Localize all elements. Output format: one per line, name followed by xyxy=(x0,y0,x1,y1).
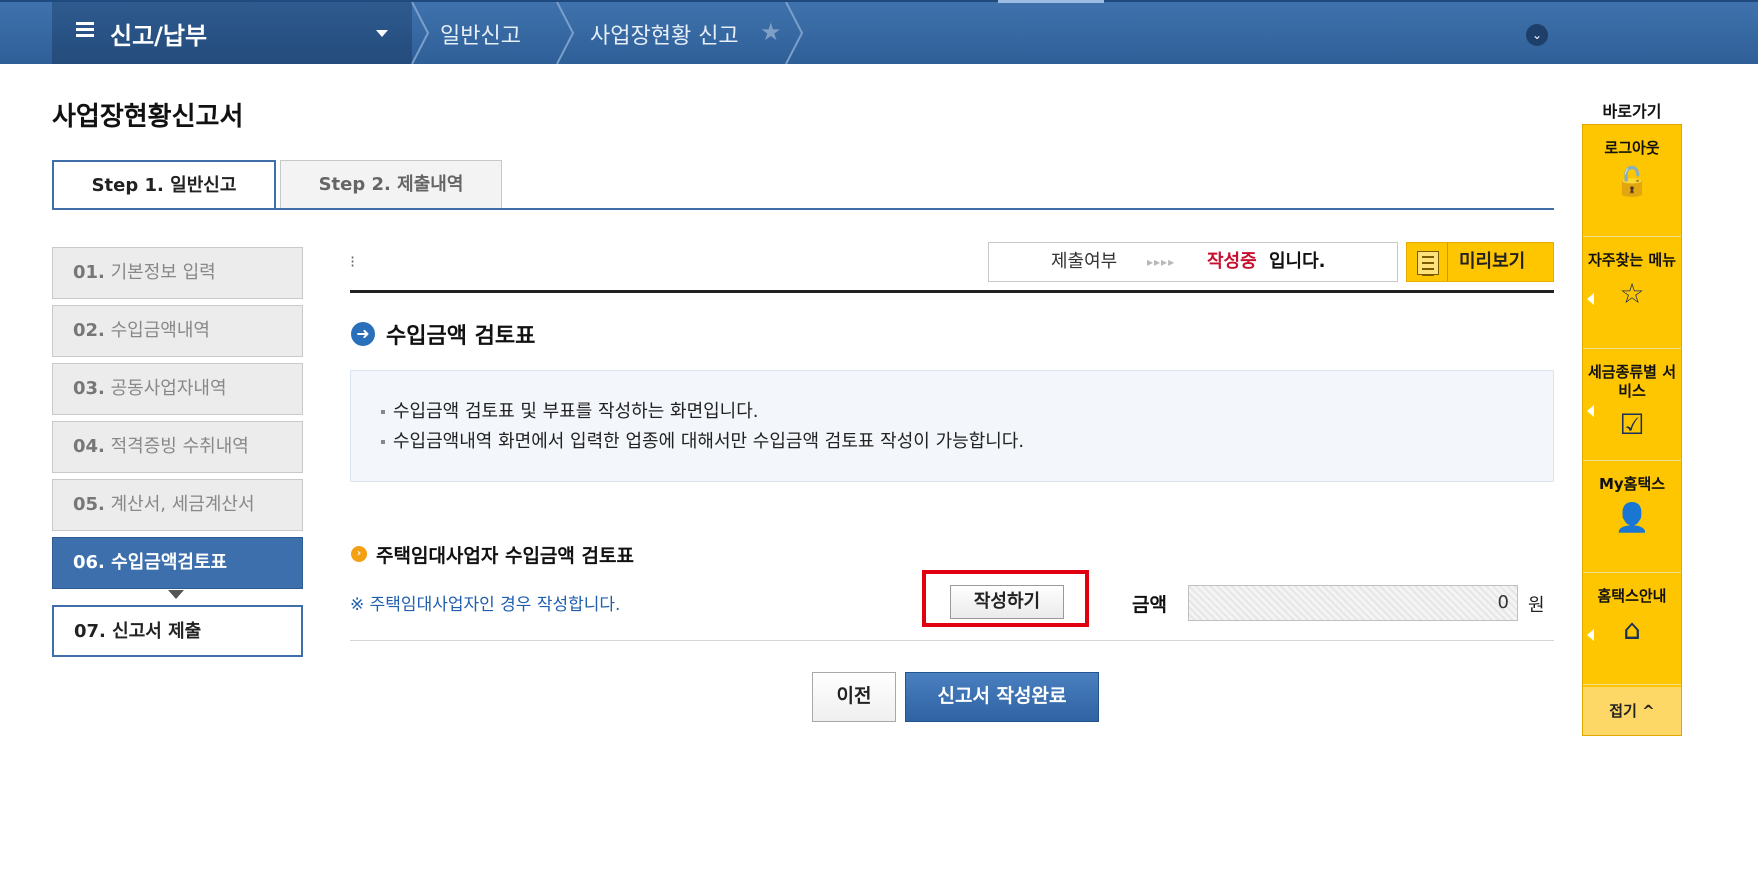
quick-item-tax-services[interactable]: 세금종류별 서비스 ☑ xyxy=(1583,349,1681,461)
top-nav-bar: 신고/납부 일반신고 사업장현황 신고 ★ ⌄ xyxy=(0,0,1758,64)
step-item-income-review[interactable]: 06. 수입금액검토표 xyxy=(52,537,303,589)
page-title: 사업장현황신고서 xyxy=(52,102,244,132)
quick-menu-title: 바로가기 xyxy=(1602,102,1662,121)
step-label: 수입금액내역 xyxy=(110,320,210,341)
house-guide-icon: ⌂ xyxy=(1623,613,1641,646)
unlock-icon: 🔓 xyxy=(1614,165,1650,198)
caret-left-icon xyxy=(1587,629,1594,641)
arrow-right-circle-icon: ➜ xyxy=(351,322,375,346)
step-item-receipts[interactable]: 04. 적격증빙 수취내역 xyxy=(52,421,303,473)
step-number: 03. xyxy=(73,378,105,399)
star-icon: ☆ xyxy=(1619,277,1645,310)
amount-unit: 원 xyxy=(1528,595,1545,616)
quick-item-label: 자주찾는 메뉴 xyxy=(1587,251,1677,269)
step-label: 적격증빙 수취내역 xyxy=(110,436,249,457)
quick-item-my-hometax[interactable]: My홈택스 👤 xyxy=(1583,461,1681,573)
caret-left-icon xyxy=(1587,293,1594,305)
preview-button[interactable]: 미리보기 xyxy=(1406,242,1554,282)
amount-label: 금액 xyxy=(1132,594,1167,616)
step-label: 공동사업자내역 xyxy=(110,378,227,399)
nav-active-indicator xyxy=(998,0,1104,3)
prev-button[interactable]: 이전 xyxy=(812,672,896,722)
step-item-partners[interactable]: 03. 공동사업자내역 xyxy=(52,363,303,415)
step-label: 계산서, 세금계산서 xyxy=(110,494,255,515)
status-value: 작성중 xyxy=(1207,251,1257,272)
hamburger-icon[interactable] xyxy=(76,22,94,38)
tab-step1[interactable]: Step 1. 일반신고 xyxy=(52,160,276,210)
breadcrumb-separator-icon xyxy=(411,2,430,64)
section-title: 수입금액 검토표 xyxy=(386,324,536,349)
step-pointer-icon xyxy=(168,590,184,599)
status-suffix: 입니다. xyxy=(1269,251,1326,272)
breadcrumb-separator-icon xyxy=(556,2,575,64)
breadcrumb-separator-icon xyxy=(785,2,804,64)
status-arrows-icon: ▸▸▸▸ xyxy=(1147,255,1176,269)
subsection-note: ※ 주택임대사업자인 경우 작성합니다. xyxy=(350,595,621,615)
chevron-down-icon[interactable] xyxy=(376,30,388,37)
user-icon: 👤 xyxy=(1614,501,1650,534)
amount-field: 0 xyxy=(1188,585,1518,621)
bullet-icon xyxy=(381,440,385,444)
step-item-submit[interactable]: 07. 신고서 제출 xyxy=(52,605,303,657)
preview-label: 미리보기 xyxy=(1459,251,1526,272)
breadcrumb-general-report[interactable]: 일반신고 xyxy=(440,18,521,50)
complete-button[interactable]: 신고서 작성완료 xyxy=(905,672,1099,722)
step-number: 07. xyxy=(74,621,106,642)
menu-title: 신고/납부 xyxy=(110,22,208,50)
step-number: 04. xyxy=(73,436,105,457)
document-icon xyxy=(1417,251,1439,276)
bullet-icon xyxy=(381,410,385,414)
step-item-invoices[interactable]: 05. 계산서, 세금계산서 xyxy=(52,479,303,531)
divider xyxy=(350,640,1554,641)
write-button[interactable]: 작성하기 xyxy=(950,585,1064,619)
status-label: 제출여부 xyxy=(1051,251,1118,272)
quick-item-logout[interactable]: 로그아웃 🔓 xyxy=(1583,125,1681,237)
info-box: 수입금액 검토표 및 부표를 작성하는 화면입니다. 수입금액내역 화면에서 입… xyxy=(350,370,1554,482)
quick-item-label: 홈택스안내 xyxy=(1597,587,1667,605)
fold-button[interactable]: 접기 ^ xyxy=(1583,687,1681,735)
quick-item-hometax-guide[interactable]: 홈택스안내 ⌂ xyxy=(1583,573,1681,685)
quick-item-favorites[interactable]: 자주찾는 메뉴 ☆ xyxy=(1583,237,1681,349)
section-divider xyxy=(350,290,1554,293)
checkbox-icon: ☑ xyxy=(1619,408,1645,441)
step-item-income[interactable]: 02. 수입금액내역 xyxy=(52,305,303,357)
step-item-basic-info[interactable]: 01. 기본정보 입력 xyxy=(52,247,303,299)
info-line: 수입금액내역 화면에서 입력한 업종에 대해서만 수입금액 검토표 작성이 가능… xyxy=(381,427,1024,453)
step-label: 기본정보 입력 xyxy=(110,262,216,283)
caret-left-icon xyxy=(1587,405,1594,417)
quick-item-label: 세금종류별 서비스 xyxy=(1587,363,1677,400)
subsection-title: 주택임대사업자 수입금액 검토표 xyxy=(376,545,634,567)
step-number: 06. xyxy=(73,552,105,573)
step-label: 신고서 제출 xyxy=(112,621,202,642)
step-number: 05. xyxy=(73,494,105,515)
scroll-tick: ⁝ xyxy=(350,252,356,271)
tab-underline xyxy=(52,208,1554,210)
step-number: 01. xyxy=(73,262,105,283)
tab-step2[interactable]: Step 2. 제출내역 xyxy=(280,160,502,210)
step-number: 02. xyxy=(73,320,105,341)
step-label: 수입금액검토표 xyxy=(111,552,228,573)
quick-menu: 로그아웃 🔓 자주찾는 메뉴 ☆ 세금종류별 서비스 ☑ My홈택스 👤 홈택스… xyxy=(1582,124,1682,736)
favorite-star-icon[interactable]: ★ xyxy=(760,18,782,46)
breadcrumb-business-report[interactable]: 사업장현황 신고 xyxy=(590,18,739,50)
info-line: 수입금액 검토표 및 부표를 작성하는 화면입니다. xyxy=(381,397,759,423)
quick-item-label: My홈택스 xyxy=(1598,475,1666,493)
quick-item-label: 로그아웃 xyxy=(1604,139,1660,157)
submission-status: 제출여부 ▸▸▸▸ 작성중 입니다. xyxy=(988,242,1398,282)
expand-circle-icon[interactable]: ⌄ xyxy=(1526,24,1548,46)
chevron-right-circle-icon: › xyxy=(351,546,367,562)
menu-dropdown[interactable]: 신고/납부 xyxy=(52,2,412,64)
